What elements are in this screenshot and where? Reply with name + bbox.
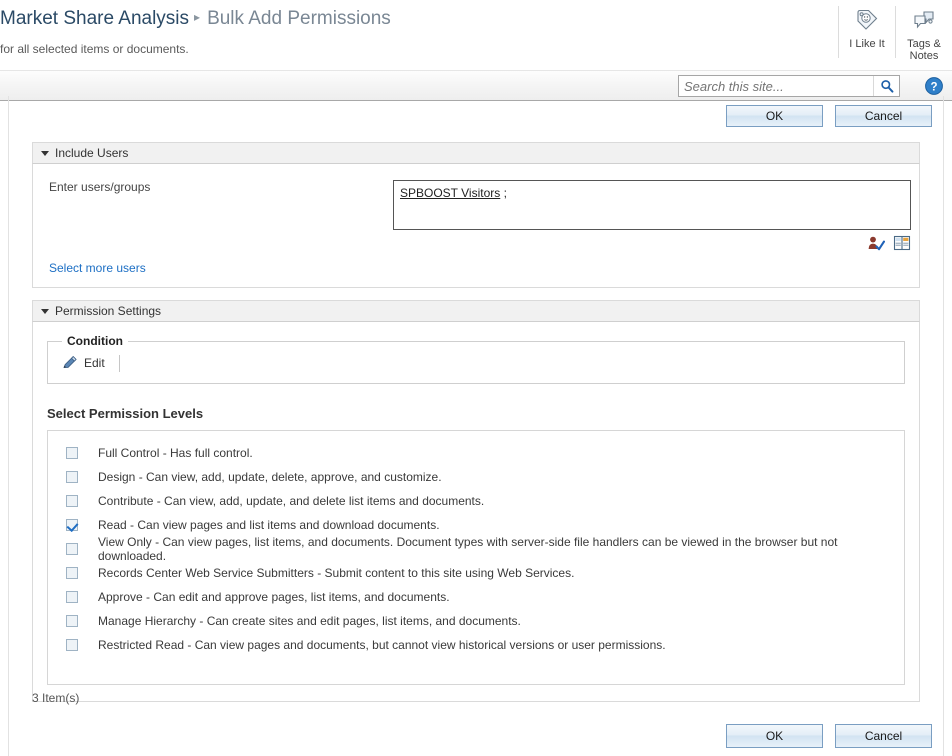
svg-text:?: ? <box>930 81 937 93</box>
page-root: Market Share Analysis ▸ Bulk Add Permissio… <box>0 0 952 756</box>
permission-level-row[interactable]: Approve - Can edit and approve pages, li… <box>48 585 904 609</box>
tags-notes-icon <box>896 4 952 36</box>
people-picker-separator: ; <box>503 186 507 200</box>
check-names-icon[interactable] <box>866 234 885 251</box>
section-title-include-users: Include Users <box>55 146 129 160</box>
permission-levels-list: Full Control - Has full control. Design -… <box>47 430 905 685</box>
permission-level-row[interactable]: Manage Hierarchy - Can create sites and … <box>48 609 904 633</box>
section-header-permission-settings[interactable]: Permission Settings <box>32 300 920 322</box>
breadcrumb-separator-icon: ▸ <box>194 10 201 24</box>
breadcrumb-site-link[interactable]: Market Share Analysis <box>0 8 189 29</box>
condition-legend: Condition <box>67 334 123 348</box>
permission-level-checkbox[interactable] <box>66 447 78 459</box>
chevron-down-icon <box>41 150 49 156</box>
section-title-permission-settings: Permission Settings <box>55 304 162 318</box>
permission-level-checkbox[interactable] <box>66 639 78 651</box>
people-picker-input[interactable]: SPBOOST Visitors ; <box>393 180 911 230</box>
users-field-row: Enter users/groups SPBOOST Visitors ; <box>33 164 919 251</box>
permission-level-label: Restricted Read - Can view pages and doc… <box>98 638 666 652</box>
i-like-it-button[interactable]: I Like It <box>839 0 895 50</box>
content-right-rule <box>943 96 944 756</box>
ok-button-top[interactable]: OK <box>726 105 823 127</box>
section-body-include-users: Enter users/groups SPBOOST Visitors ; Se… <box>32 164 920 288</box>
edit-condition-button[interactable]: Edit <box>58 353 109 374</box>
permission-level-label: Full Control - Has full control. <box>98 446 253 460</box>
permission-level-checkbox[interactable] <box>66 567 78 579</box>
address-book-icon[interactable] <box>892 234 911 251</box>
page-subtitle: for all selected items or documents. <box>0 42 189 56</box>
tags-and-notes-label: Tags & Notes <box>907 38 941 62</box>
ok-button-bottom[interactable]: OK <box>726 724 823 748</box>
section-header-include-users[interactable]: Include Users <box>32 142 920 164</box>
permission-level-checkbox[interactable] <box>66 519 78 531</box>
permission-level-label: Read - Can view pages and list items and… <box>98 518 440 532</box>
permission-level-label: Records Center Web Service Submitters - … <box>98 566 575 580</box>
breadcrumb: Market Share Analysis ▸ Bulk Add Permissio… <box>0 8 391 30</box>
permission-level-row[interactable]: Full Control - Has full control. <box>48 441 904 465</box>
people-picker-tools <box>393 234 911 251</box>
cancel-button-top[interactable]: Cancel <box>835 105 932 127</box>
help-button[interactable]: ? <box>924 76 944 96</box>
permission-level-row[interactable]: Contribute - Can view, add, update, and … <box>48 489 904 513</box>
section-body-permission-settings: Condition Edit Select Permission Levels … <box>32 322 920 702</box>
permission-level-checkbox[interactable] <box>66 615 78 627</box>
select-more-users-row: Select more users <box>33 251 919 287</box>
permission-level-label: View Only - Can view pages, list items, … <box>98 535 838 563</box>
permission-level-checkbox[interactable] <box>66 471 78 483</box>
permission-level-checkbox[interactable] <box>66 495 78 507</box>
bottom-button-row: OK Cancel <box>726 724 932 748</box>
help-icon: ? <box>925 77 943 95</box>
permission-level-row[interactable]: View Only - Can view pages, list items, … <box>48 535 904 563</box>
chevron-down-icon <box>41 308 49 314</box>
like-tag-icon <box>839 4 895 36</box>
toolbar-divider <box>118 354 120 372</box>
content-left-rule <box>8 96 9 756</box>
pencil-icon <box>62 354 78 373</box>
page-header: Market Share Analysis ▸ Bulk Add Permissio… <box>0 0 952 70</box>
search-button[interactable] <box>873 76 899 96</box>
select-permission-levels-title: Select Permission Levels <box>47 406 204 421</box>
permission-level-row[interactable]: Restricted Read - Can view pages and doc… <box>48 633 904 657</box>
permission-level-label: Contribute - Can view, add, update, and … <box>98 494 485 508</box>
item-count-status: 3 Item(s) <box>32 691 80 705</box>
users-field-label: Enter users/groups <box>49 180 151 194</box>
cancel-button-bottom[interactable]: Cancel <box>835 724 932 748</box>
condition-toolbar: Edit <box>58 352 894 374</box>
permission-level-row[interactable]: Read - Can view pages and list items and… <box>48 513 904 537</box>
select-more-users-link[interactable]: Select more users <box>49 261 146 275</box>
search-icon <box>880 80 893 93</box>
people-picker-entry: SPBOOST Visitors <box>400 186 501 200</box>
search-input[interactable] <box>679 76 873 96</box>
search-box[interactable] <box>678 75 900 97</box>
bulk-add-permissions-form: Include Users Enter users/groups SPBOOST… <box>32 142 920 702</box>
permission-level-row[interactable]: Records Center Web Service Submitters - … <box>48 561 904 585</box>
permission-level-label: Approve - Can edit and approve pages, li… <box>98 590 450 604</box>
edit-condition-label: Edit <box>84 356 105 370</box>
page-title: Bulk Add Permissions <box>207 8 391 29</box>
search-bar: ? <box>0 70 952 101</box>
permission-level-label: Manage Hierarchy - Can create sites and … <box>98 614 521 628</box>
permission-level-label: Design - Can view, add, update, delete, … <box>98 470 442 484</box>
permission-level-checkbox[interactable] <box>66 591 78 603</box>
permission-level-row[interactable]: Design - Can view, add, update, delete, … <box>48 465 904 489</box>
i-like-it-label: I Like It <box>849 38 885 50</box>
ribbon-tools: I Like It Tags & Notes <box>838 0 952 68</box>
condition-fieldset: Condition Edit <box>47 334 905 384</box>
top-button-row: OK Cancel <box>726 105 932 127</box>
permission-level-checkbox[interactable] <box>66 543 78 555</box>
tags-and-notes-button[interactable]: Tags & Notes <box>896 0 952 62</box>
